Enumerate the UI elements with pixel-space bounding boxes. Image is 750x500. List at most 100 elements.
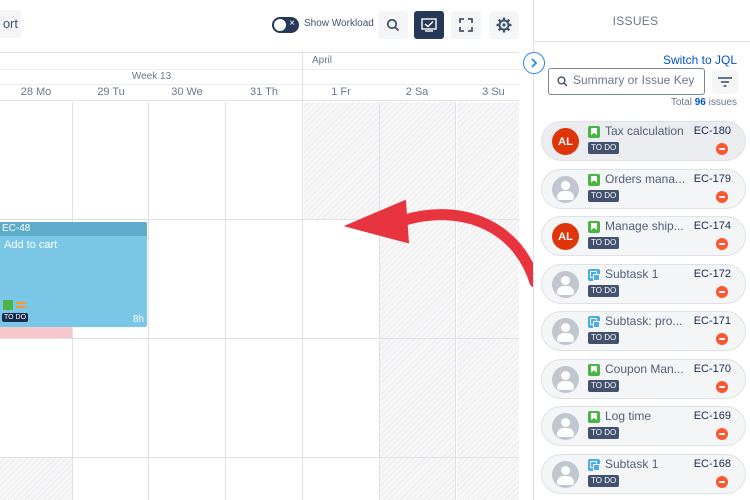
grid-line: [0, 457, 519, 458]
task-title: Add to cart: [4, 239, 58, 251]
days-header: 28 Mo 29 Tu 30 We 31 Th 1 Fr 2 Sa 3 Su: [0, 84, 519, 101]
search-button[interactable]: [378, 11, 408, 39]
default-user-avatar-icon: [552, 365, 579, 393]
toggle-knob: [274, 19, 286, 31]
fullscreen-button[interactable]: [451, 11, 481, 39]
issue-summary: Log time: [605, 409, 652, 423]
priority-blocker-icon: [716, 380, 728, 393]
default-user-avatar-icon: [552, 413, 579, 440]
show-workload-toggle[interactable]: ×: [272, 17, 299, 33]
status-badge: TO DO: [588, 237, 620, 249]
avatar-body: [557, 285, 574, 295]
issue-key: EC-179: [693, 172, 731, 185]
issue-key: EC-169: [693, 410, 731, 422]
day-header: 29 Tu: [97, 86, 125, 98]
export-button[interactable]: ort: [0, 10, 21, 38]
status-badge: TO DO: [588, 284, 620, 297]
issue-summary: Subtask: pro...: [605, 314, 683, 328]
subtask-icon: [588, 458, 600, 471]
issue-key: EC-172: [693, 267, 731, 280]
issue-summary: Coupon Man...: [605, 361, 684, 376]
default-user-avatar-icon: [552, 460, 579, 488]
calendar-view-button[interactable]: [414, 11, 444, 39]
arrow-annotation-icon: [343, 199, 541, 288]
avatar-head: [561, 465, 570, 475]
avatar: AL: [552, 128, 579, 155]
story-icon: [588, 363, 600, 376]
filter-button[interactable]: [712, 70, 738, 94]
day-header: 1 Fr: [331, 86, 351, 98]
toggle-off-icon: ×: [289, 18, 295, 29]
priority-blocker-icon: [716, 428, 728, 440]
top-toolbar: ort × Show Workload: [0, 0, 533, 52]
collapse-panel-button[interactable]: [523, 52, 545, 74]
day-header: 31 Th: [250, 86, 278, 98]
task-hours: 8h: [132, 314, 144, 325]
issue-key: EC-171: [693, 315, 731, 327]
subtask-icon: [588, 268, 600, 281]
weekend-hatch: [457, 102, 519, 500]
issue-card[interactable]: Subtask: pro... EC-171 TO DO: [541, 311, 746, 351]
divider: [534, 41, 750, 42]
avatar-head: [561, 418, 570, 427]
board-check-icon: [421, 18, 437, 32]
issue-card[interactable]: Subtask 1 EC-168 TO DO: [541, 453, 746, 494]
task-card-ec-48[interactable]: EC-48 Add to cart TO DO 8h: [0, 222, 147, 327]
default-user-avatar-icon: [552, 318, 579, 345]
status-badge: TO DO: [588, 332, 620, 344]
grid-line: [455, 102, 456, 500]
avatar-body: [557, 475, 574, 485]
issue-summary: Tax calculation: [605, 124, 684, 138]
status-badge: TO DO: [588, 142, 620, 154]
issue-card[interactable]: Log time EC-169 TO DO: [541, 406, 746, 446]
status-badge: TO DO: [588, 427, 620, 439]
priority-blocker-icon: [716, 190, 728, 203]
grid-line: [225, 102, 226, 500]
issue-key: EC-180: [693, 125, 731, 137]
weekend-hatch: [380, 102, 455, 500]
grid-line: [148, 102, 149, 500]
chevron-right-icon: [531, 58, 538, 68]
priority-blocker-icon: [716, 238, 728, 250]
search-icon: [557, 76, 568, 87]
issue-card[interactable]: Coupon Man... EC-170 TO DO: [541, 358, 746, 399]
avatar-head: [561, 275, 570, 285]
avatar-head: [561, 323, 570, 332]
priority-blocker-icon: [716, 475, 728, 488]
avatar-body: [557, 333, 574, 342]
avatar-head: [561, 370, 570, 380]
issue-card[interactable]: AL Tax calculation EC-180 TO DO: [541, 121, 746, 161]
grid-line: [302, 53, 303, 500]
default-user-avatar-icon: [552, 270, 579, 298]
issue-card[interactable]: Subtask 1 EC-172 TO DO: [541, 263, 746, 304]
settings-button[interactable]: [489, 11, 519, 39]
workload-bar: [0, 327, 72, 338]
issue-card[interactable]: Orders mana... EC-179 TO DO: [541, 168, 746, 209]
priority-blocker-icon: [716, 143, 728, 155]
grid-line: [379, 102, 380, 500]
issue-summary: Subtask 1: [605, 456, 659, 471]
issue-search-box: [548, 68, 705, 95]
status-badge: TO DO: [588, 474, 620, 487]
priority-blocker-icon: [716, 285, 728, 298]
total-suffix: issues: [708, 97, 737, 108]
issue-card[interactable]: AL Manage ship... EC-174 TO DO: [541, 216, 746, 256]
story-icon: [588, 221, 600, 233]
avatar-body: [557, 380, 574, 390]
search-icon: [386, 18, 400, 32]
filter-icon: [718, 77, 732, 87]
month-label: April: [311, 55, 332, 66]
non-working-hatch: [0, 458, 72, 500]
total-issues: Total 96 issues: [671, 97, 737, 108]
issue-search-input[interactable]: [573, 73, 703, 87]
default-user-avatar-icon: [552, 175, 579, 203]
avatar-body: [557, 428, 574, 437]
switch-to-jql-link[interactable]: Switch to JQL: [663, 53, 737, 67]
week-label: Week 13: [131, 71, 172, 82]
priority-blocker-icon: [716, 333, 728, 345]
avatar: AL: [552, 223, 579, 250]
issue-key: EC-170: [693, 362, 731, 375]
show-workload-label: Show Workload: [304, 18, 374, 29]
week-header: Week 13: [0, 69, 519, 84]
total-count: 96: [694, 97, 706, 108]
